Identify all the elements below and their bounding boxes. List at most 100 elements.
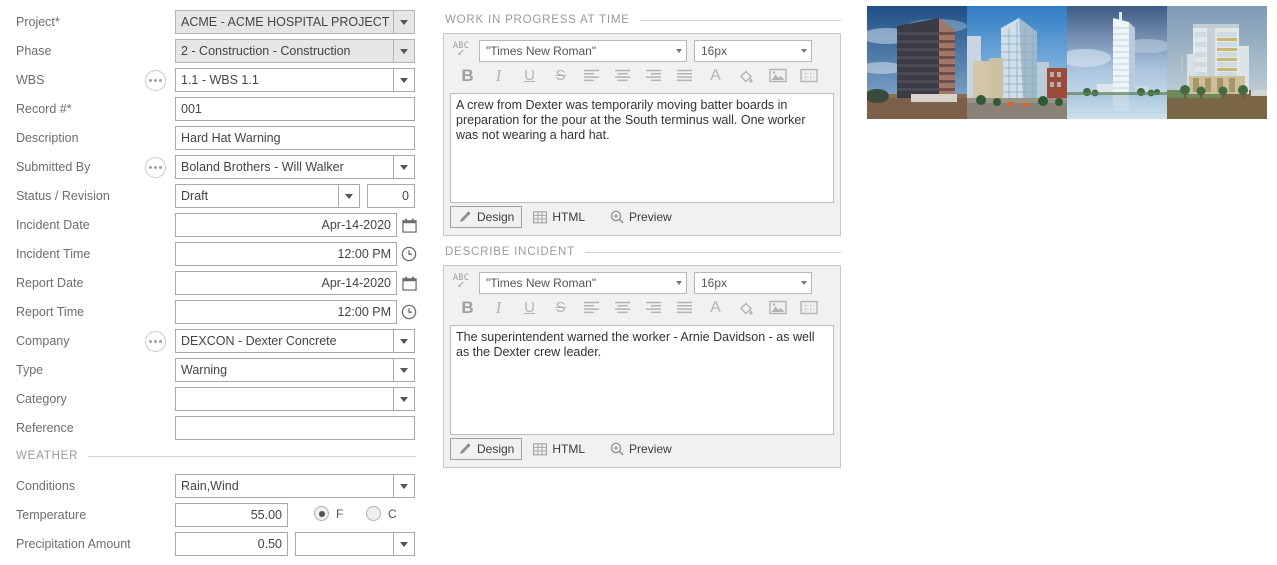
insert-table-icon[interactable] [793, 63, 824, 88]
underline-icon[interactable]: U [514, 295, 545, 320]
revision-input[interactable]: 0 [367, 184, 415, 208]
align-right-icon[interactable] [638, 295, 669, 320]
project-dropdown[interactable]: ACME - ACME HOSPITAL PROJECT [175, 10, 415, 34]
calendar-icon[interactable] [398, 213, 420, 237]
label-wbs: WBS [16, 73, 45, 87]
align-center-icon[interactable] [607, 63, 638, 88]
precipitation-unit-arrow[interactable] [393, 532, 415, 556]
wbs-dropdown[interactable]: 1.1 - WBS 1.1 [175, 68, 415, 92]
tab-design-label: Design [477, 442, 515, 456]
font-color-icon[interactable]: A [700, 63, 731, 88]
wbs-lookup-button[interactable] [145, 70, 166, 91]
strikethrough-icon[interactable]: S [545, 295, 576, 320]
submitted-by-dropdown[interactable]: Boland Brothers - Will Walker [175, 155, 415, 179]
strikethrough-icon[interactable]: S [545, 63, 576, 88]
category-dropdown[interactable] [175, 387, 415, 411]
reference-input[interactable] [175, 416, 415, 440]
company-value: DEXCON - Dexter Concrete [175, 329, 393, 353]
label-status-revision: Status / Revision [16, 189, 110, 203]
font-size-select[interactable]: 16px [694, 271, 812, 294]
italic-icon[interactable]: I [483, 295, 514, 320]
label-report-date: Report Date [16, 276, 84, 290]
temperature-unit-f-option[interactable]: F [314, 506, 343, 521]
section-divider [639, 19, 841, 21]
bold-icon[interactable]: B [452, 63, 483, 88]
record-number-input[interactable]: 001 [175, 97, 415, 121]
spellcheck-icon[interactable]: ABC ✓ [450, 272, 472, 294]
tab-design[interactable]: Design [450, 206, 523, 228]
radio-c[interactable] [366, 506, 381, 521]
tab-preview[interactable]: Preview [603, 206, 679, 228]
incident-time-input[interactable]: 12:00 PM [175, 242, 397, 266]
align-left-icon[interactable] [576, 63, 607, 88]
align-right-icon[interactable] [638, 63, 669, 88]
type-dropdown[interactable]: Warning [175, 358, 415, 382]
temperature-input[interactable]: 55.00 [175, 503, 288, 527]
wbs-dropdown-arrow[interactable] [393, 68, 415, 92]
bold-icon[interactable]: B [452, 295, 483, 320]
precipitation-input[interactable]: 0.50 [175, 532, 288, 556]
editor-view-tabs: Design HTML Preview [444, 203, 840, 231]
clock-icon[interactable] [398, 242, 420, 266]
font-family-select[interactable]: "Times New Roman" [479, 271, 687, 294]
conditions-dropdown-arrow[interactable] [393, 474, 415, 498]
spellcheck-icon[interactable]: ABC ✓ [450, 40, 472, 62]
editor-toolbar: ABC ✓ "Times New Roman" 16px B I U S A [444, 266, 840, 323]
describe-incident-textarea[interactable]: The superintendent warned the worker - A… [450, 325, 834, 435]
font-size-select[interactable]: 16px [694, 39, 812, 62]
submitted-by-lookup-button[interactable] [145, 157, 166, 178]
describe-incident-title: DESCRIBE INCIDENT [445, 246, 575, 258]
tab-design[interactable]: Design [450, 438, 523, 460]
type-dropdown-arrow[interactable] [393, 358, 415, 382]
status-dropdown[interactable]: Draft [175, 184, 360, 208]
insert-image-icon[interactable] [762, 295, 793, 320]
category-dropdown-arrow[interactable] [393, 387, 415, 411]
font-family-select[interactable]: "Times New Roman" [479, 39, 687, 62]
editor-toolbar: ABC ✓ "Times New Roman" 16px B I U S A [444, 34, 840, 91]
conditions-dropdown[interactable]: Rain,Wind [175, 474, 415, 498]
project-dropdown-arrow[interactable] [393, 10, 415, 34]
report-time-input[interactable]: 12:00 PM [175, 300, 397, 324]
calendar-icon[interactable] [398, 271, 420, 295]
wbs-value: 1.1 - WBS 1.1 [175, 68, 393, 92]
fill-color-icon[interactable] [731, 63, 762, 88]
chevron-down-icon [400, 541, 408, 547]
align-left-icon[interactable] [576, 295, 607, 320]
insert-table-icon[interactable] [793, 295, 824, 320]
chevron-down-icon [400, 367, 408, 373]
temperature-unit-c-option[interactable]: C [366, 506, 397, 521]
align-justify-icon[interactable] [669, 63, 700, 88]
phase-dropdown[interactable]: 2 - Construction - Construction [175, 39, 415, 63]
company-dropdown[interactable]: DEXCON - Dexter Concrete [175, 329, 415, 353]
italic-icon[interactable]: I [483, 63, 514, 88]
radio-f[interactable] [314, 506, 329, 521]
tab-preview[interactable]: Preview [603, 438, 679, 460]
align-center-icon[interactable] [607, 295, 638, 320]
status-dropdown-arrow[interactable] [338, 184, 360, 208]
font-color-icon[interactable]: A [700, 295, 731, 320]
tab-html-label: HTML [552, 442, 586, 456]
describe-incident-section-header: DESCRIBE INCIDENT [445, 246, 841, 258]
insert-image-icon[interactable] [762, 63, 793, 88]
incident-date-input[interactable]: Apr-14-2020 [175, 213, 397, 237]
precipitation-unit-dropdown[interactable] [295, 532, 415, 556]
report-date-input[interactable]: Apr-14-2020 [175, 271, 397, 295]
description-input[interactable]: Hard Hat Warning [175, 126, 415, 150]
company-dropdown-arrow[interactable] [393, 329, 415, 353]
fill-color-icon[interactable] [731, 295, 762, 320]
work-in-progress-textarea[interactable]: A crew from Dexter was temporarily movin… [450, 93, 834, 203]
tab-html[interactable]: HTML [526, 206, 592, 228]
submitted-by-dropdown-arrow[interactable] [393, 155, 415, 179]
company-lookup-button[interactable] [145, 331, 166, 352]
underline-icon[interactable]: U [514, 63, 545, 88]
category-value [175, 387, 393, 411]
status-value: Draft [175, 184, 338, 208]
phase-dropdown-arrow[interactable] [393, 39, 415, 63]
grid-icon [533, 442, 548, 456]
align-justify-icon[interactable] [669, 295, 700, 320]
precipitation-unit-value [295, 532, 393, 556]
label-incident-date: Incident Date [16, 218, 90, 232]
chevron-down-icon [345, 193, 353, 199]
clock-icon[interactable] [398, 300, 420, 324]
tab-html[interactable]: HTML [526, 438, 592, 460]
